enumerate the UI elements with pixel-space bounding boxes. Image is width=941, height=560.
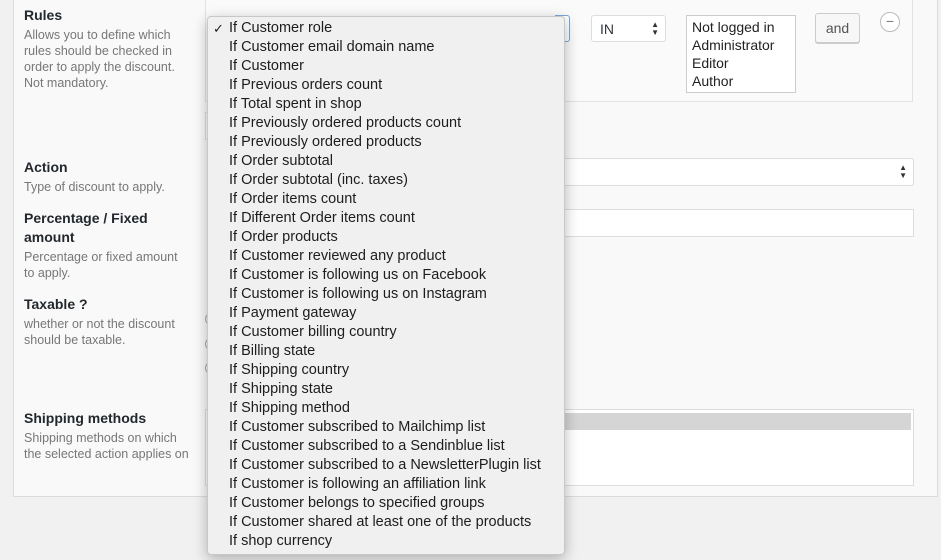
minus-circle-icon[interactable]: −	[880, 12, 900, 32]
role-option[interactable]: Administrator	[692, 36, 790, 54]
amount-input[interactable]	[560, 209, 914, 237]
dropdown-option[interactable]: If Customer billing country	[208, 323, 564, 342]
dropdown-option-label: If Customer	[229, 58, 304, 74]
dropdown-option[interactable]: If Customer subscribed to a Sendinblue l…	[208, 437, 564, 456]
dropdown-option-label: If Customer billing country	[229, 324, 397, 340]
dropdown-option-label: If Previously ordered products	[229, 134, 422, 150]
dropdown-option[interactable]: If Shipping method	[208, 399, 564, 418]
operator-value: IN	[600, 21, 614, 37]
dropdown-option[interactable]: If Shipping country	[208, 361, 564, 380]
action-description: Type of discount to apply.	[24, 180, 165, 194]
dropdown-option[interactable]: ✓ If Customer role	[208, 19, 564, 38]
dropdown-option[interactable]: If Billing state	[208, 342, 564, 361]
dropdown-option-label: If Customer email domain name	[229, 39, 435, 55]
action-select[interactable]: ▲ ▼	[560, 158, 914, 186]
action-label: Action	[24, 159, 68, 175]
dropdown-option-label: If shop currency	[229, 533, 333, 549]
dropdown-option-label: If Customer subscribed to a Sendinblue l…	[229, 438, 505, 454]
dropdown-option[interactable]: If Previously ordered products	[208, 133, 564, 152]
dropdown-option-label: If Customer is following us on Instagram	[229, 286, 487, 302]
dropdown-option[interactable]: If Customer reviewed any product	[208, 247, 564, 266]
role-option[interactable]: Editor	[692, 54, 790, 72]
dropdown-option-label: If Customer shared at least one of the p…	[229, 514, 532, 530]
role-option[interactable]: Author	[692, 72, 790, 90]
shipping-label-group: Shipping methods Shipping methods on whi…	[24, 409, 194, 462]
dropdown-option-label: If Customer belongs to specified groups	[229, 495, 485, 511]
dropdown-option[interactable]: If Order subtotal	[208, 152, 564, 171]
amount-label: Percentage / Fixed amount	[24, 210, 148, 245]
dropdown-option-label: If Shipping country	[229, 362, 350, 378]
dropdown-option[interactable]: If Order subtotal (inc. taxes)	[208, 171, 564, 190]
checkmark-icon: ✓	[213, 21, 224, 36]
action-label-group: Action Type of discount to apply.	[24, 158, 194, 195]
shipping-description: Shipping methods on which the selected a…	[24, 431, 189, 461]
rules-label-group: Rules Allows you to define which rules s…	[24, 6, 194, 91]
dropdown-option-label: If Customer is following an affiliation …	[229, 476, 486, 492]
amount-label-group: Percentage / Fixed amount Percentage or …	[24, 209, 184, 281]
dropdown-option-label: If Shipping method	[229, 400, 350, 416]
dropdown-option-label: If Previously ordered products count	[229, 115, 462, 131]
rules-label: Rules	[24, 7, 63, 23]
dropdown-option-label: If Customer subscribed to a NewsletterPl…	[229, 457, 541, 473]
dropdown-option-label: If Order subtotal (inc. taxes)	[229, 172, 408, 188]
dropdown-option-label: If Customer is following us on Facebook	[229, 267, 487, 283]
rule-condition-dropdown[interactable]: ✓ If Customer role If Customer email domai…	[207, 16, 565, 555]
rules-description: Allows you to define which rules should …	[24, 28, 175, 90]
dropdown-option[interactable]: If Customer is following an affiliation …	[208, 475, 564, 494]
taxable-description: whether or not the discount should be ta…	[24, 317, 175, 347]
select-arrows-icon: ▲ ▼	[899, 163, 907, 180]
amount-description: Percentage or fixed amount to apply.	[24, 250, 178, 280]
dropdown-option-label: If Customer reviewed any product	[229, 248, 446, 264]
roles-multiselect[interactable]: Not logged in Administrator Editor Autho…	[686, 15, 796, 93]
dropdown-option[interactable]: If Order products	[208, 228, 564, 247]
dropdown-option[interactable]: If Total spent in shop	[208, 95, 564, 114]
dropdown-option[interactable]: If Payment gateway	[208, 304, 564, 323]
dropdown-option-label: If Different Order items count	[229, 210, 415, 226]
shipping-label: Shipping methods	[24, 410, 147, 426]
taxable-label: Taxable ?	[24, 296, 88, 312]
and-button[interactable]: and	[815, 13, 860, 43]
dropdown-option[interactable]: If Customer email domain name	[208, 38, 564, 57]
role-option[interactable]: Not logged in	[692, 18, 790, 36]
operator-select[interactable]: IN ▲ ▼	[591, 15, 666, 42]
dropdown-option[interactable]: If Previous orders count	[208, 76, 564, 95]
dropdown-option[interactable]: If Customer subscribed to Mailchimp list	[208, 418, 564, 437]
dropdown-option[interactable]: If Customer shared at least one of the p…	[208, 513, 564, 532]
dropdown-option[interactable]: If Shipping state	[208, 380, 564, 399]
shipping-method-selected[interactable]	[564, 413, 911, 430]
dropdown-option[interactable]: If Order items count	[208, 190, 564, 209]
dropdown-option[interactable]: If shop currency	[208, 532, 564, 551]
dropdown-option[interactable]: If Customer is following us on Instagram	[208, 285, 564, 304]
dropdown-option-label: If Billing state	[229, 343, 316, 359]
dropdown-option-label: If Customer subscribed to Mailchimp list	[229, 419, 486, 435]
dropdown-option[interactable]: If Previously ordered products count	[208, 114, 564, 133]
dropdown-option[interactable]: If Customer subscribed to a NewsletterPl…	[208, 456, 564, 475]
dropdown-option-label: If Total spent in shop	[229, 96, 362, 112]
taxable-label-group: Taxable ? whether or not the discount sh…	[24, 295, 189, 348]
dropdown-option-label: If Order items count	[229, 191, 357, 207]
dropdown-option-label: If Order products	[229, 229, 338, 245]
dropdown-option-label: If Order subtotal	[229, 153, 333, 169]
dropdown-option-label: If Customer role	[229, 20, 333, 36]
dropdown-option-label: If Shipping state	[229, 381, 333, 397]
dropdown-option[interactable]: If Customer is following us on Facebook	[208, 266, 564, 285]
dropdown-option[interactable]: If Different Order items count	[208, 209, 564, 228]
dropdown-option-label: If Payment gateway	[229, 305, 357, 321]
dropdown-option[interactable]: If Customer belongs to specified groups	[208, 494, 564, 513]
dropdown-option[interactable]: If Customer	[208, 57, 564, 76]
select-arrows-icon: ▲ ▼	[651, 19, 659, 37]
dropdown-option-label: If Previous orders count	[229, 77, 383, 93]
